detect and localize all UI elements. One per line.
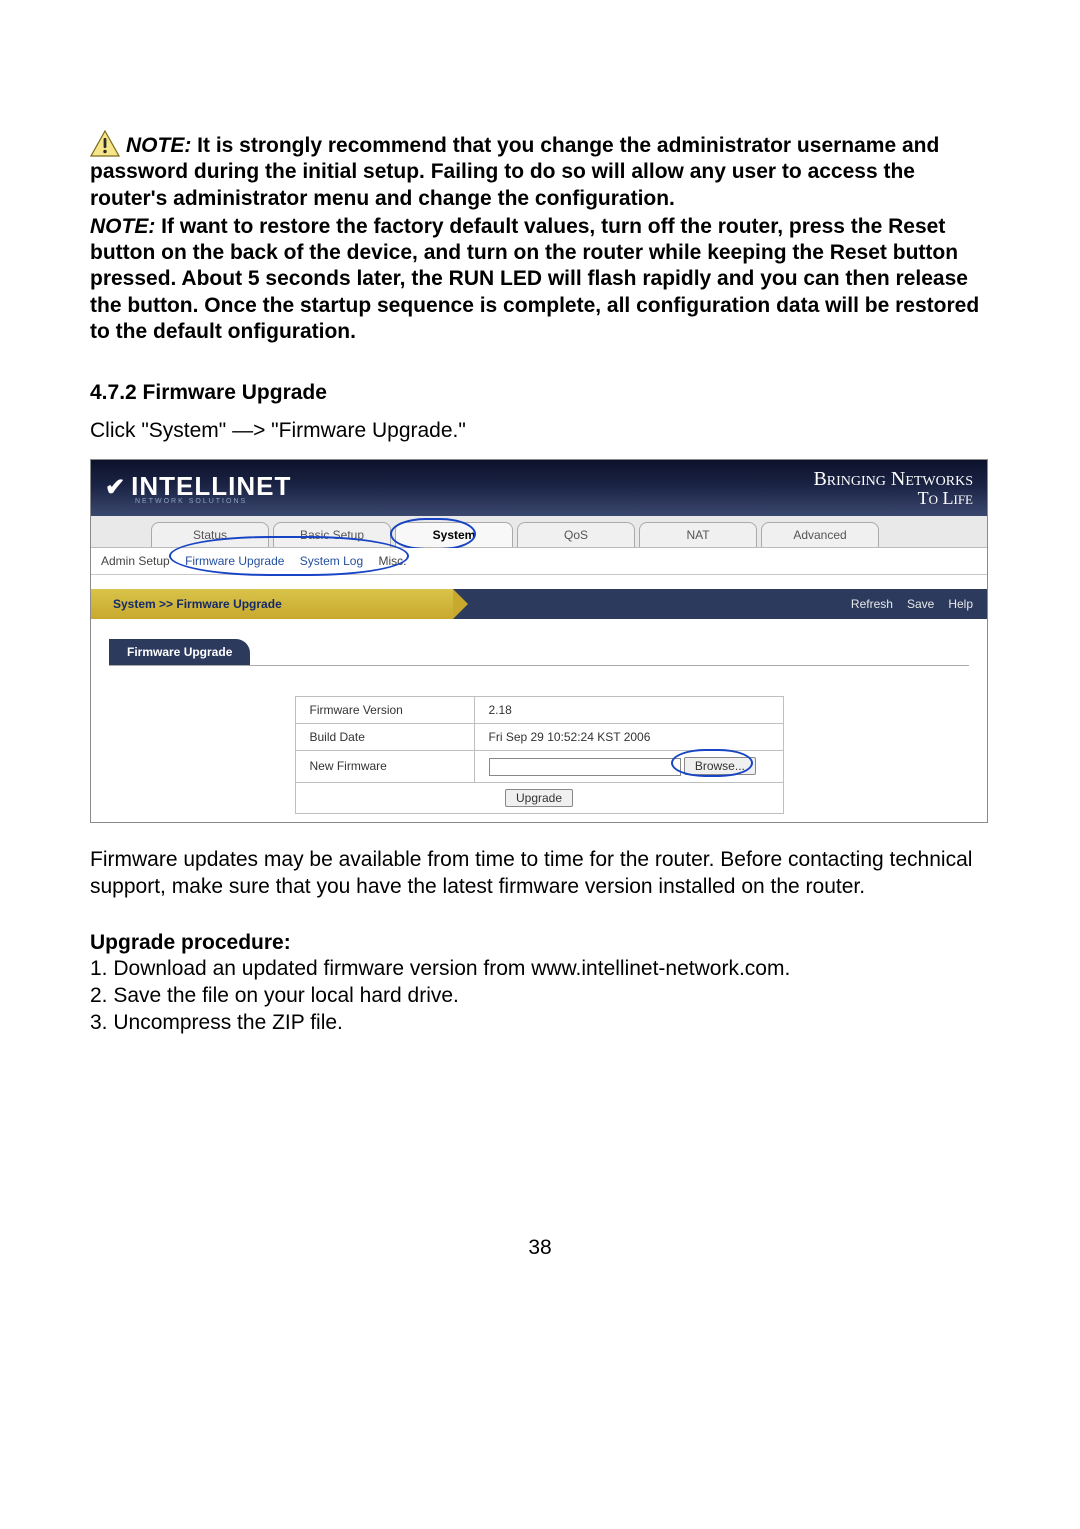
sub-nav: Admin Setup Firmware Upgrade System Log … <box>91 548 987 575</box>
screenshot-header: ✔ INTELLINET NETWORK SOLUTIONS Bringing … <box>91 460 987 516</box>
note1-body: It is strongly recommend that you change… <box>90 134 939 210</box>
fw-version-value: 2.18 <box>474 697 783 724</box>
build-date-value: Fri Sep 29 10:52:24 KST 2006 <box>474 724 783 751</box>
note2-prefix: NOTE: <box>90 215 155 238</box>
tab-basic-setup[interactable]: Basic Setup <box>273 522 391 547</box>
upgrade-cell: Upgrade <box>295 782 783 813</box>
table-row: Build Date Fri Sep 29 10:52:24 KST 2006 <box>295 724 783 751</box>
subnav-misc[interactable]: Misc. <box>379 554 407 568</box>
tab-qos[interactable]: QoS <box>517 522 635 547</box>
step-1: 1. Download an updated firmware version … <box>90 955 990 982</box>
firmware-table: Firmware Version 2.18 Build Date Fri Sep… <box>295 696 784 814</box>
section-heading: 4.7.2 Firmware Upgrade <box>90 381 990 405</box>
browse-button[interactable]: Browse... <box>684 757 756 775</box>
table-row: Firmware Version 2.18 <box>295 697 783 724</box>
body-text: Firmware updates may be available from t… <box>90 847 990 901</box>
tab-system-label: System <box>433 528 476 542</box>
upgrade-button[interactable]: Upgrade <box>505 789 573 807</box>
table-row: New Firmware Browse... <box>295 751 783 783</box>
breadcrumb: System >> Firmware Upgrade <box>91 589 453 619</box>
step-3: 3. Uncompress the ZIP file. <box>90 1009 990 1036</box>
page-number: 38 <box>90 1236 990 1260</box>
tagline: Bringing Networks To Life <box>813 469 973 507</box>
procedure-heading: Upgrade procedure: <box>90 931 990 955</box>
breadcrumb-row: System >> Firmware Upgrade Refresh Save … <box>91 589 987 619</box>
note2-body: If want to restore the factory default v… <box>90 215 979 343</box>
content-area: Firmware Upgrade Firmware Version 2.18 B… <box>91 619 987 822</box>
note1-prefix: NOTE: <box>126 134 191 157</box>
build-date-label: Build Date <box>295 724 474 751</box>
new-firmware-label: New Firmware <box>295 751 474 783</box>
brand-check-icon: ✔ <box>105 473 125 502</box>
tab-nat[interactable]: NAT <box>639 522 757 547</box>
step-2: 2. Save the file on your local hard driv… <box>90 982 990 1009</box>
action-refresh[interactable]: Refresh <box>851 597 893 611</box>
breadcrumb-actions: Refresh Save Help <box>453 589 987 619</box>
fw-version-label: Firmware Version <box>295 697 474 724</box>
table-row: Upgrade <box>295 782 783 813</box>
note-block-1: NOTE: It is strongly recommend that you … <box>90 130 990 212</box>
section-instruction: Click "System" —> "Firmware Upgrade." <box>90 419 990 443</box>
main-tabbar: Status Basic Setup System QoS NAT Advanc… <box>91 516 987 548</box>
tab-advanced[interactable]: Advanced <box>761 522 879 547</box>
panel-title: Firmware Upgrade <box>109 639 250 665</box>
subnav-admin-setup[interactable]: Admin Setup <box>101 554 170 568</box>
action-help[interactable]: Help <box>948 597 973 611</box>
subnav-firmware-upgrade[interactable]: Firmware Upgrade <box>185 554 284 568</box>
tab-status[interactable]: Status <box>151 522 269 547</box>
note-block-2: NOTE: If want to restore the factory def… <box>90 214 990 345</box>
new-firmware-input[interactable] <box>489 758 681 776</box>
warning-icon <box>90 130 120 158</box>
tagline-line2: To Life <box>813 489 973 507</box>
tab-system[interactable]: System <box>395 522 513 547</box>
new-firmware-cell: Browse... <box>474 751 783 783</box>
tagline-line1: Bringing Networks <box>813 469 973 489</box>
action-save[interactable]: Save <box>907 597 934 611</box>
subnav-system-log[interactable]: System Log <box>300 554 363 568</box>
procedure-steps: 1. Download an updated firmware version … <box>90 955 990 1037</box>
router-admin-screenshot: ✔ INTELLINET NETWORK SOLUTIONS Bringing … <box>90 459 988 823</box>
